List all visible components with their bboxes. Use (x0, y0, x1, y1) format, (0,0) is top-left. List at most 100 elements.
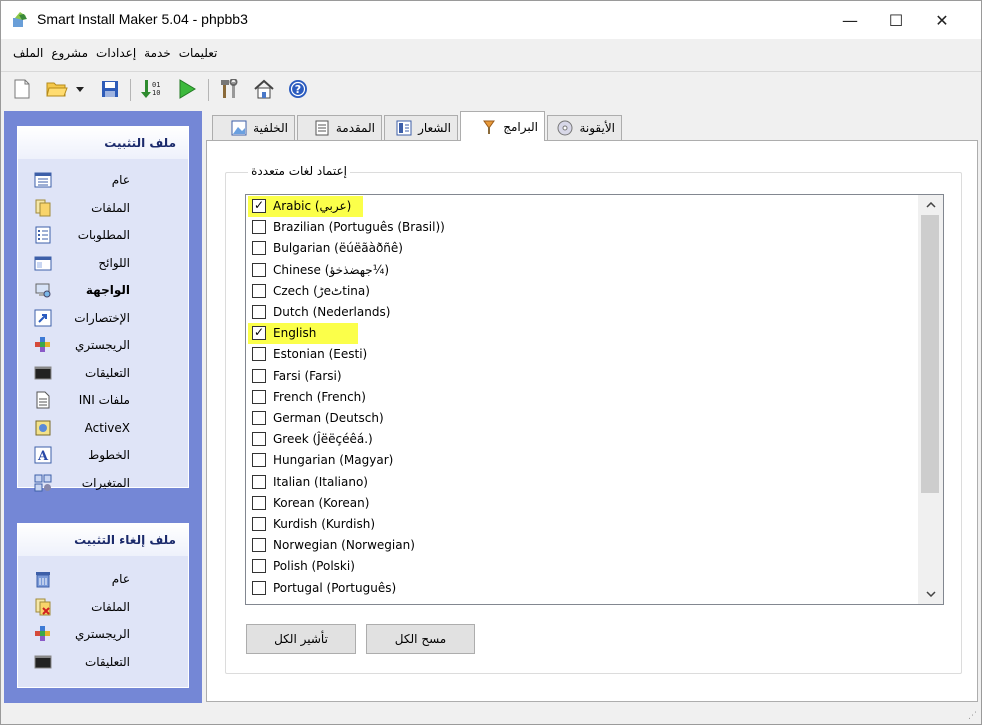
clear-all-button[interactable]: مسح الكل (366, 624, 475, 654)
menu-settings[interactable]: إعدادات (92, 39, 140, 60)
svg-text:10: 10 (152, 89, 160, 97)
activex-icon (35, 420, 51, 435)
minimize-button[interactable]: — (827, 1, 873, 39)
tab-programs[interactable]: البرامج (460, 111, 545, 141)
vertical-scrollbar[interactable] (918, 195, 943, 604)
menu-project[interactable]: مشروع (47, 39, 92, 60)
tab-intro[interactable]: المقدمة (297, 115, 382, 140)
toolbar-separator (208, 79, 209, 101)
language-label: Kurdish (Kurdish) (273, 517, 375, 531)
compile-icon[interactable]: 01 10 (140, 78, 162, 100)
maximize-button[interactable]: ☐ (873, 1, 919, 39)
run-icon[interactable] (176, 78, 198, 100)
sidebar-item-label: الخطوط (88, 448, 130, 462)
language-checkbox[interactable]: ✓ (252, 198, 266, 213)
app-icon (13, 12, 27, 27)
language-checkbox[interactable] (252, 453, 266, 468)
language-row[interactable]: Greek (Ĵëëçéêá.) (246, 429, 918, 450)
uninstall-commands-icon (34, 655, 52, 668)
language-row[interactable]: Bulgarian (ëúëãàðñê) (246, 238, 918, 259)
dropdown-arrow-icon[interactable] (73, 78, 87, 100)
language-checkbox[interactable] (252, 347, 266, 362)
menu-help[interactable]: تعليمات (175, 39, 222, 60)
install-panel-title: ملف التثبيت (18, 127, 188, 159)
sidebar-item-shortcuts[interactable]: الإختصارات (18, 305, 188, 333)
tab-icon[interactable]: الأيقونة (547, 115, 622, 140)
sidebar-item-label: عام (111, 173, 130, 187)
sidebar-item-commands[interactable]: التعليقات (18, 360, 188, 388)
sidebar-item-uninstall-files[interactable]: الملفات (18, 594, 188, 622)
tab-background[interactable]: الخلفية (212, 115, 295, 140)
language-row[interactable]: Farsi (Farsi) (246, 366, 918, 387)
sidebar-item-ini-files[interactable]: ملفات INI (18, 387, 188, 415)
language-checkbox[interactable] (252, 262, 266, 277)
menu-service[interactable]: خدمة (140, 39, 175, 60)
language-row[interactable]: Kurdish (Kurdish) (246, 514, 918, 535)
sidebar-item-files[interactable]: الملفات (18, 195, 188, 223)
help-icon[interactable]: ? (287, 78, 309, 100)
language-checkbox[interactable] (252, 241, 266, 256)
save-icon[interactable] (99, 78, 121, 100)
language-row[interactable]: Korean (Korean) (246, 493, 918, 514)
svg-text:01: 01 (152, 81, 160, 89)
language-checkbox[interactable] (252, 283, 266, 298)
language-checkbox[interactable] (252, 305, 266, 319)
language-row[interactable]: ✓ Arabic (عربي) (246, 196, 918, 217)
status-bar: ⋰ (1, 704, 981, 724)
language-row[interactable]: Norwegian (Norwegian) (246, 535, 918, 556)
home-icon[interactable] (253, 78, 275, 100)
sidebar-item-activex[interactable]: ActiveX (18, 415, 188, 443)
select-all-button[interactable]: تأشير الكل (246, 624, 356, 654)
language-row[interactable]: Dutch (Nederlands) (246, 302, 918, 323)
language-checkbox[interactable] (252, 432, 266, 447)
language-checkbox[interactable] (252, 517, 266, 531)
language-checkbox[interactable] (252, 559, 266, 574)
sidebar-item-uninstall-registry[interactable]: الريجستري (18, 621, 188, 649)
scroll-down-icon[interactable] (918, 584, 943, 604)
menu-file[interactable]: الملف (9, 39, 47, 60)
language-label: Farsi (Farsi) (273, 368, 342, 383)
sidebar-item-interface[interactable]: الواجهة (18, 277, 188, 305)
sidebar-item-fonts[interactable]: A الخطوط (18, 442, 188, 470)
language-row[interactable]: Hungarian (Magyar) (246, 450, 918, 471)
sidebar-item-general[interactable]: عام (18, 167, 188, 195)
variables-icon (34, 474, 52, 491)
language-row[interactable]: Estonian (Eesti) (246, 344, 918, 365)
language-row[interactable]: ✓ English (246, 323, 918, 345)
language-row[interactable]: Czech (ڑeٹtina) (246, 281, 918, 302)
scroll-thumb[interactable] (921, 215, 939, 493)
language-checkbox[interactable] (252, 411, 266, 425)
tools-icon[interactable] (219, 78, 241, 100)
language-row[interactable]: Polish (Polski) (246, 556, 918, 577)
language-checkbox[interactable] (252, 495, 266, 510)
close-button[interactable]: ✕ (919, 1, 965, 39)
sidebar-item-label: الريجستري (74, 627, 130, 641)
language-row[interactable]: Portugal (Português) (246, 578, 918, 599)
language-row[interactable]: Chinese (جهضذخؤ¼) (246, 260, 918, 281)
resize-grip-icon[interactable]: ⋰ (968, 711, 977, 721)
uninstall-panel-title: ملف إلغاء التثبيت (18, 524, 188, 556)
language-checkbox[interactable] (252, 368, 266, 383)
language-row[interactable]: Brazilian (Português (Brasil)) (246, 217, 918, 238)
language-checkbox[interactable]: ✓ (252, 325, 266, 341)
sidebar-item-label: ملفات INI (78, 393, 130, 407)
language-checkbox[interactable] (252, 538, 266, 553)
tab-logo[interactable]: الشعار (384, 115, 458, 140)
sidebar-item-registry[interactable]: الريجستري (18, 332, 188, 360)
language-checkbox[interactable] (252, 220, 266, 235)
open-folder-icon[interactable] (46, 78, 68, 100)
scroll-up-icon[interactable] (918, 195, 943, 215)
language-row[interactable]: French (French) (246, 387, 918, 408)
language-checkbox[interactable] (252, 389, 266, 404)
language-checkbox[interactable] (252, 580, 266, 595)
sidebar-item-variables[interactable]: المتغيرات (18, 470, 188, 498)
sidebar-item-uninstall-commands[interactable]: التعليقات (18, 649, 188, 677)
sidebar-item-uninstall-general[interactable]: عام (18, 566, 188, 594)
language-row[interactable]: Italian (Italiano) (246, 472, 918, 493)
language-row[interactable]: German (Deutsch) (246, 408, 918, 429)
language-checkbox[interactable] (252, 474, 266, 489)
sidebar-item-requirements[interactable]: المطلوبات (18, 222, 188, 250)
new-file-icon[interactable] (11, 78, 33, 100)
language-list[interactable]: ✓ Arabic (عربي) Brazilian (Português (Bras… (245, 194, 944, 605)
sidebar-item-dialogs[interactable]: اللوائح (18, 250, 188, 278)
